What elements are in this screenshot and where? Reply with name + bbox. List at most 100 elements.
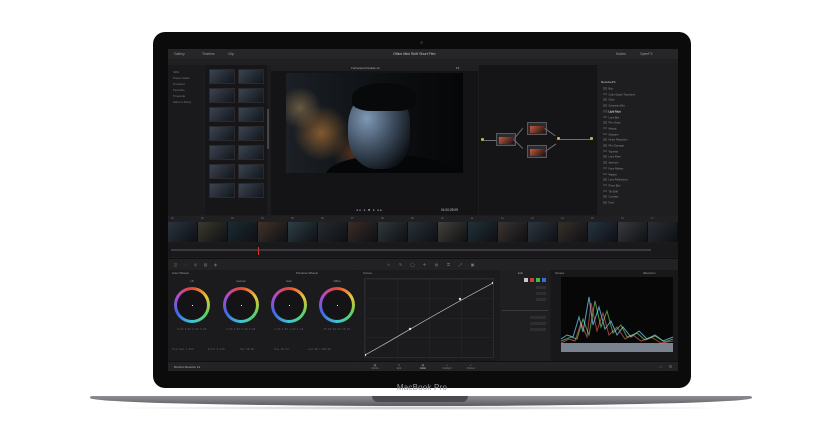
clip-thumbnail[interactable]: [528, 222, 558, 242]
clip-thumbnail[interactable]: [468, 222, 498, 242]
openfx-item[interactable]: Vignette: [603, 150, 618, 153]
color-match-icon[interactable]: ◌: [183, 262, 188, 267]
lum-mix-value[interactable]: Lum Mix 100.00: [308, 349, 331, 351]
key-icon[interactable]: ⚿: [446, 262, 451, 267]
page-deliver[interactable]: ➶ Deliver: [462, 363, 480, 370]
clip-thumbnail[interactable]: [168, 222, 198, 242]
clip-thumbnail[interactable]: [618, 222, 648, 242]
curves-icon[interactable]: ∿: [386, 262, 391, 267]
gallery-thumb[interactable]: [238, 69, 264, 84]
sidebar-item-timelines[interactable]: Timelines: [173, 82, 185, 86]
red-swatch[interactable]: [530, 278, 534, 282]
clip-thumbnail[interactable]: [228, 222, 258, 242]
clip-thumbnail[interactable]: [378, 222, 408, 242]
gallery-thumb[interactable]: [209, 183, 235, 198]
motion-effects-icon[interactable]: ◈: [213, 262, 218, 267]
page-color[interactable]: ◎ Color: [414, 363, 432, 370]
transport-controls[interactable]: ◂◂ ◂ ■ ▸ ▸▸: [356, 208, 383, 212]
nodes-button[interactable]: Nodes: [616, 52, 626, 56]
openfx-item[interactable]: Aperture: [603, 161, 619, 164]
clip-thumbnail[interactable]: [258, 222, 288, 242]
gallery-thumb[interactable]: [209, 107, 235, 122]
openfx-item[interactable]: Lens Reflections: [603, 178, 628, 181]
contrast-value[interactable]: Contrast 1.000: [172, 349, 194, 351]
openfx-item[interactable]: Lens Blur: [603, 116, 620, 119]
sidebar-item-power-grade[interactable]: Power Grade: [173, 76, 189, 80]
viewer-zoom[interactable]: Fit: [456, 66, 459, 70]
wheels-mode[interactable]: Primaries Wheels: [296, 271, 318, 275]
sidebar-item-timecode[interactable]: Timecode: [173, 94, 185, 98]
offset-wheel[interactable]: [319, 287, 355, 323]
value-field[interactable]: [536, 286, 546, 289]
clip-thumbnail[interactable]: [498, 222, 528, 242]
openfx-item[interactable]: Glow: [603, 98, 615, 102]
tracker-icon[interactable]: ✛: [422, 262, 427, 267]
lift-wheel[interactable]: [174, 287, 210, 323]
node-output-dot[interactable]: [590, 137, 593, 140]
openfx-item[interactable]: Blur: [603, 87, 614, 90]
gallery-thumb[interactable]: [209, 69, 235, 84]
playhead[interactable]: [258, 247, 259, 255]
camera-raw-icon[interactable]: ◫: [173, 262, 178, 267]
gallery-thumb[interactable]: [238, 126, 264, 141]
openfx-item[interactable]: Noise Reduction: [603, 138, 628, 142]
clip-thumbnail[interactable]: [288, 222, 318, 242]
clip-thumbnail[interactable]: [408, 222, 438, 242]
openfx-item[interactable]: Warper: [603, 173, 617, 176]
sat-value[interactable]: Sat 50.00: [240, 349, 254, 351]
openfx-item[interactable]: Sharpen: [603, 133, 619, 136]
curve-grid[interactable]: [364, 278, 494, 358]
rgb-mixer-icon[interactable]: ▤: [203, 262, 208, 267]
page-media[interactable]: ▦ Media: [366, 363, 384, 370]
gallery-thumb[interactable]: [209, 145, 235, 160]
openfx-item[interactable]: Tilt-Shift: [603, 190, 618, 193]
openfx-item[interactable]: Color Space Transform: [603, 93, 636, 96]
pivot-value[interactable]: Pivot 0.435: [208, 349, 225, 351]
scope-mode[interactable]: Waveform: [643, 271, 656, 275]
openfx-item[interactable]: Light Rays: [603, 109, 621, 114]
openfx-item[interactable]: Film Grain: [603, 121, 621, 124]
viewer-frame[interactable]: [286, 73, 463, 173]
openfx-item[interactable]: Lens Flare: [603, 155, 621, 159]
node-03[interactable]: [527, 145, 547, 158]
openfx-item[interactable]: Film Damage: [603, 144, 624, 147]
clip-thumbnail[interactable]: [348, 222, 378, 242]
clip-thumbnail[interactable]: [588, 222, 618, 242]
clip-thumbnail[interactable]: [648, 222, 678, 242]
gallery-thumb[interactable]: [238, 145, 264, 160]
clip-thumbnail[interactable]: [198, 222, 228, 242]
sidebar-item-stills[interactable]: Stills: [173, 70, 179, 74]
value-field[interactable]: [536, 298, 546, 301]
mini-timeline[interactable]: [168, 243, 678, 257]
gallery-button[interactable]: Gallery: [174, 52, 185, 56]
gain-wheel[interactable]: [271, 287, 307, 323]
gamma-wheel[interactable]: [223, 287, 259, 323]
gallery-scrollbar[interactable]: [267, 109, 269, 149]
clip-thumbnail[interactable]: [318, 222, 348, 242]
gear-icon[interactable]: ⚙: [668, 364, 673, 369]
3d-icon[interactable]: ▣: [470, 262, 475, 267]
qualifier-icon[interactable]: ✎: [398, 262, 403, 267]
value-field[interactable]: [530, 316, 546, 319]
gallery-thumb[interactable]: [238, 88, 264, 103]
value-field[interactable]: [530, 328, 546, 331]
gallery-thumb[interactable]: [238, 107, 264, 122]
home-icon[interactable]: ⌂: [658, 364, 663, 369]
gallery-thumb[interactable]: [238, 183, 264, 198]
value-field[interactable]: [536, 292, 546, 295]
openfx-item[interactable]: Face Refiner: [603, 167, 624, 170]
page-fairlight[interactable]: ♫ Fairlight: [438, 363, 456, 370]
sidebar-item-favorites[interactable]: Favorites: [173, 88, 185, 92]
openfx-item[interactable]: Mosaic: [603, 127, 617, 130]
openfx-item[interactable]: Gaussian Blur: [603, 104, 625, 107]
page-edit[interactable]: ≡ Edit: [390, 363, 408, 370]
blur-icon[interactable]: ◍: [434, 262, 439, 267]
sizing-icon[interactable]: ⤢: [458, 262, 463, 267]
sidebar-item-library[interactable]: Hide in Library: [173, 100, 191, 104]
clip-thumbnail[interactable]: [558, 222, 588, 242]
hue-value[interactable]: Hue 50.00: [274, 349, 289, 351]
gallery-thumb[interactable]: [209, 88, 235, 103]
gallery-thumb[interactable]: [209, 126, 235, 141]
color-wheels-icon[interactable]: ◎: [193, 262, 198, 267]
clip-thumbnail[interactable]: [438, 222, 468, 242]
